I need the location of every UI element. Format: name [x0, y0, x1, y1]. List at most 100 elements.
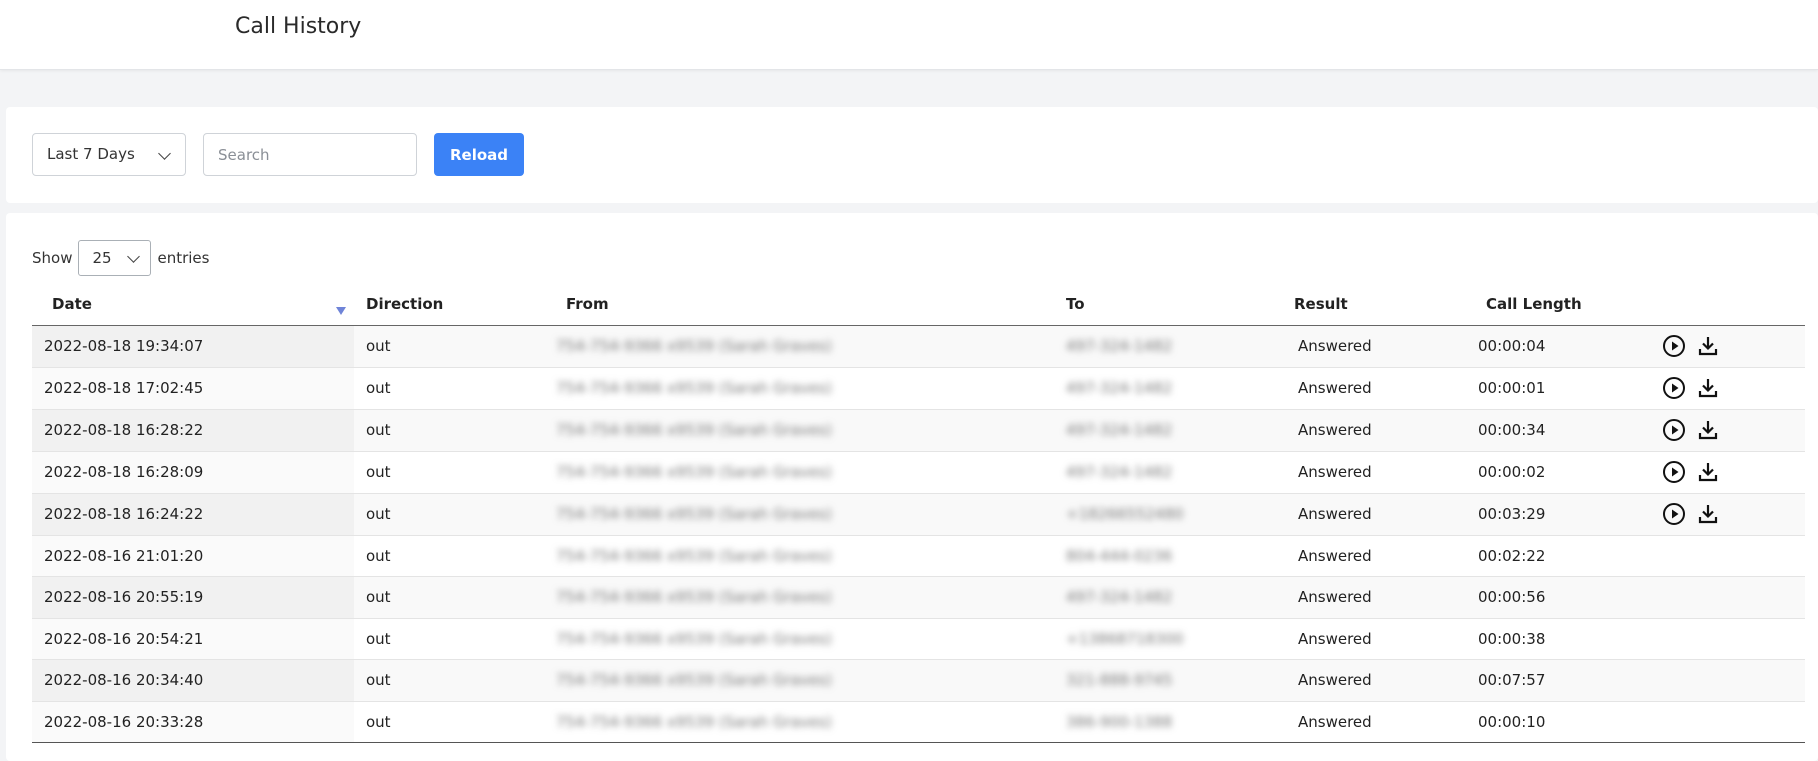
- cell-call-length: 00:02:22: [1478, 546, 1546, 565]
- column-header-to[interactable]: To: [1054, 283, 1286, 326]
- from-number: 754-754-9366 x9539 (Sarah Graves): [556, 421, 832, 439]
- download-icon[interactable]: [1696, 502, 1720, 526]
- to-number: +13868718300: [1066, 629, 1184, 648]
- play-circle-icon[interactable]: [1662, 376, 1686, 400]
- date-range-select[interactable]: Last 7 Days: [32, 133, 186, 176]
- from-number: 754-754-9366 x9539 (Sarah Graves): [556, 588, 832, 607]
- cell-actions: [1650, 577, 1805, 619]
- page-length-value: 25: [92, 249, 112, 267]
- cell-result: Answered: [1298, 588, 1372, 607]
- cell-result: Answered: [1298, 337, 1372, 355]
- cell-from: 754-754-9366 x9539 (Sarah Graves): [544, 701, 1054, 743]
- cell-result: Answered: [1298, 505, 1372, 523]
- from-number: 754-754-9366 x9539 (Sarah Graves): [556, 671, 832, 690]
- table-row[interactable]: 2022-08-18 16:24:22 out 754-754-9366 x9539…: [32, 493, 1805, 535]
- column-header-result[interactable]: Result: [1286, 283, 1450, 326]
- table-row[interactable]: 2022-08-16 20:34:40 out 754-754-9366 x9539…: [32, 659, 1805, 702]
- cell-from: 754-754-9366 x9539 (Sarah Graves): [544, 577, 1054, 619]
- cell-actions: [1650, 535, 1805, 577]
- cell-actions: [1650, 618, 1805, 660]
- cell-direction: out: [366, 629, 391, 648]
- cell-result: Answered: [1298, 629, 1372, 648]
- cell-direction: out: [366, 588, 391, 607]
- cell-to: 497-324-1482: [1054, 367, 1286, 409]
- cell-call-length: 00:07:57: [1478, 671, 1546, 690]
- cell-direction: out: [366, 421, 391, 439]
- reload-button[interactable]: Reload: [434, 133, 524, 176]
- cell-result: Answered: [1298, 379, 1372, 397]
- cell-to: 804-444-0236: [1054, 535, 1286, 577]
- cell-call-length: 00:03:29: [1478, 505, 1546, 523]
- table-row[interactable]: 2022-08-18 19:34:07 out 754-754-9366 x9539…: [32, 325, 1805, 367]
- cell-from: 754-754-9366 x9539 (Sarah Graves): [544, 535, 1054, 577]
- cell-actions: [1650, 409, 1805, 451]
- cell-from: 754-754-9366 x9539 (Sarah Graves): [544, 451, 1054, 493]
- cell-to: 497-324-1482: [1054, 577, 1286, 619]
- to-number: 321-888-9745: [1066, 671, 1173, 690]
- cell-call-length: 00:00:02: [1478, 463, 1546, 481]
- table-body: 2022-08-18 19:34:07 out 754-754-9366 x9539…: [32, 325, 1805, 743]
- page-title: Call History: [235, 14, 362, 39]
- cell-to: 321-888-9745: [1054, 660, 1286, 702]
- cell-direction: out: [366, 505, 391, 523]
- search-input[interactable]: [203, 133, 417, 176]
- play-circle-icon[interactable]: [1662, 418, 1686, 442]
- chevron-down-icon: [127, 250, 141, 263]
- cell-to: +18266552480: [1054, 493, 1286, 535]
- cell-actions: [1650, 660, 1805, 702]
- cell-from: 754-754-9366 x9539 (Sarah Graves): [544, 325, 1054, 367]
- cell-call-length: 00:00:10: [1478, 712, 1546, 731]
- table-row[interactable]: 2022-08-16 20:33:28 out 754-754-9366 x9539…: [32, 701, 1805, 743]
- cell-direction: out: [366, 379, 391, 397]
- cell-actions: [1650, 367, 1805, 409]
- column-header-from[interactable]: From: [544, 283, 1054, 326]
- table-row[interactable]: 2022-08-16 20:54:21 out 754-754-9366 x9539…: [32, 618, 1805, 660]
- to-number: 497-324-1482: [1066, 337, 1173, 355]
- cell-to: +13868718300: [1054, 618, 1286, 660]
- cell-from: 754-754-9366 x9539 (Sarah Graves): [544, 660, 1054, 702]
- cell-direction: out: [366, 546, 391, 565]
- cell-result: Answered: [1298, 712, 1372, 731]
- date-range-value: Last 7 Days: [47, 145, 135, 163]
- column-header-direction[interactable]: Direction: [354, 283, 544, 326]
- table-row[interactable]: 2022-08-16 20:55:19 out 754-754-9366 x9539…: [32, 576, 1805, 619]
- cell-from: 754-754-9366 x9539 (Sarah Graves): [544, 367, 1054, 409]
- cell-from: 754-754-9366 x9539 (Sarah Graves): [544, 493, 1054, 535]
- table-row[interactable]: 2022-08-18 17:02:45 out 754-754-9366 x9539…: [32, 367, 1805, 409]
- column-header-call-length[interactable]: Call Length: [1450, 283, 1650, 326]
- cell-date: 2022-08-18 17:02:45: [32, 367, 354, 409]
- cell-to: 497-324-1482: [1054, 451, 1286, 493]
- play-circle-icon[interactable]: [1662, 502, 1686, 526]
- chevron-down-icon: [158, 147, 171, 160]
- cell-to: 386-900-1388: [1054, 701, 1286, 743]
- cell-date: 2022-08-16 20:34:40: [32, 659, 354, 701]
- to-number: 804-444-0236: [1066, 546, 1173, 565]
- cell-date: 2022-08-16 20:33:28: [32, 701, 354, 743]
- download-icon[interactable]: [1696, 460, 1720, 484]
- to-number: 386-900-1388: [1066, 712, 1173, 731]
- download-icon[interactable]: [1696, 418, 1720, 442]
- table-row[interactable]: 2022-08-18 16:28:22 out 754-754-9366 x9539…: [32, 409, 1805, 451]
- cell-to: 497-324-1482: [1054, 409, 1286, 451]
- cell-actions: [1650, 493, 1805, 535]
- to-number: +18266552480: [1066, 505, 1184, 523]
- column-header-actions: [1650, 283, 1805, 326]
- filter-panel: Last 7 Days Reload: [6, 107, 1818, 203]
- cell-call-length: 00:00:34: [1478, 421, 1546, 439]
- cell-direction: out: [366, 671, 391, 690]
- from-number: 754-754-9366 x9539 (Sarah Graves): [556, 629, 832, 648]
- cell-direction: out: [366, 463, 391, 481]
- table-row[interactable]: 2022-08-16 21:01:20 out 754-754-9366 x9539…: [32, 535, 1805, 577]
- play-circle-icon[interactable]: [1662, 334, 1686, 358]
- play-circle-icon[interactable]: [1662, 460, 1686, 484]
- table-row[interactable]: 2022-08-18 16:28:09 out 754-754-9366 x9539…: [32, 451, 1805, 493]
- download-icon[interactable]: [1696, 334, 1720, 358]
- page-length-select[interactable]: 25: [78, 240, 152, 276]
- to-number: 497-324-1482: [1066, 379, 1173, 397]
- cell-result: Answered: [1298, 671, 1372, 690]
- download-icon[interactable]: [1696, 376, 1720, 400]
- column-header-date[interactable]: Date: [32, 283, 354, 326]
- from-number: 754-754-9366 x9539 (Sarah Graves): [556, 712, 832, 731]
- cell-actions: [1650, 701, 1805, 743]
- to-number: 497-324-1482: [1066, 463, 1173, 481]
